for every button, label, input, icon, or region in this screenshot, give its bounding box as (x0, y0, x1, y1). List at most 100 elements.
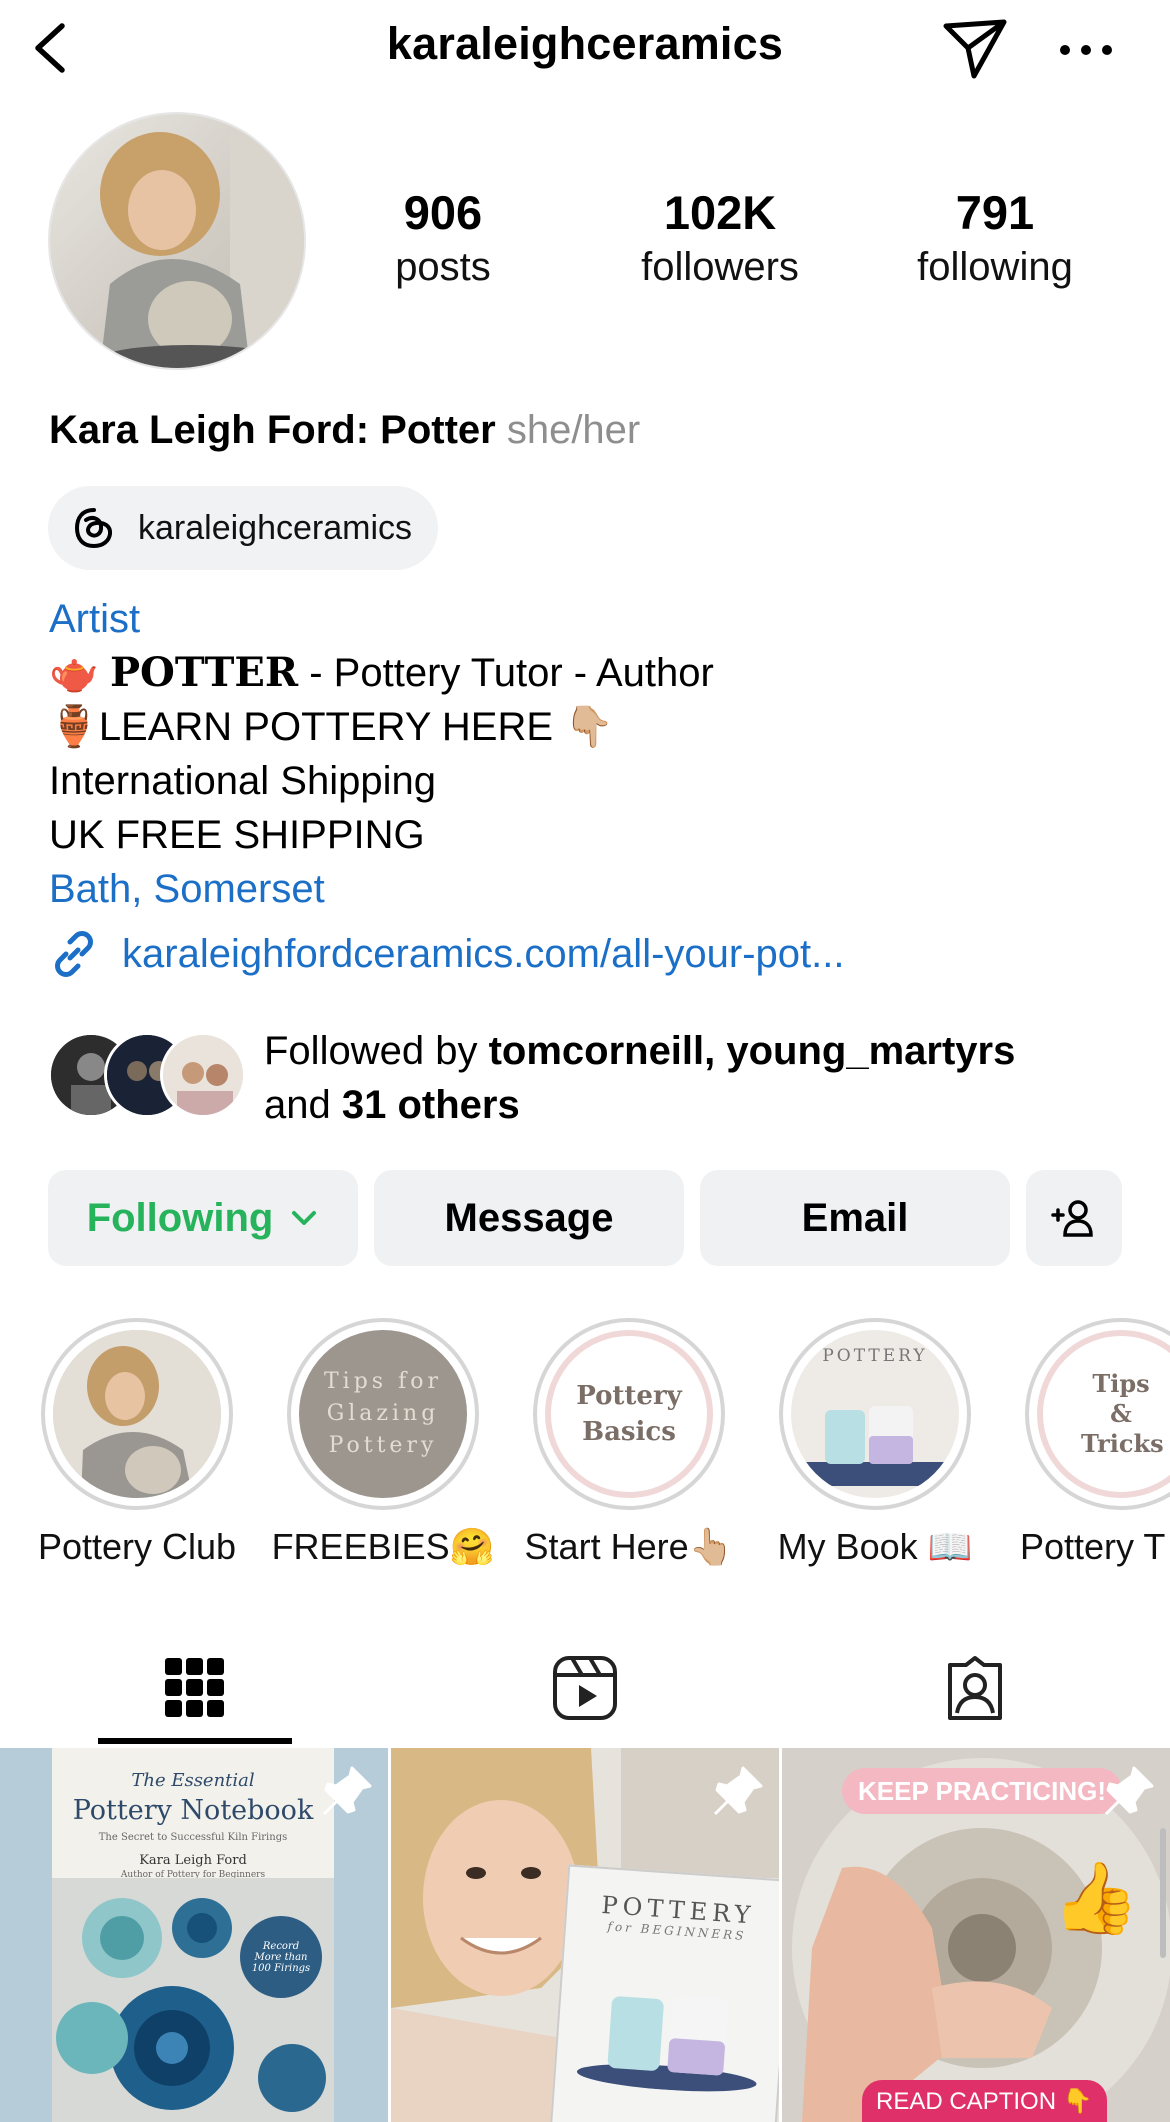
following-count: 791 (955, 186, 1035, 239)
profile-tabs (0, 1630, 1170, 1746)
following-button[interactable]: Following (48, 1170, 358, 1266)
profile-actions: Following Message Email (48, 1170, 1122, 1266)
mutual-avatars (48, 1032, 248, 1120)
followers-count: 102K (663, 186, 777, 239)
followed-by-row[interactable]: Followed by tomcorneill, young_martyrs a… (48, 1024, 1148, 1127)
highlight-cover-text: Pottery Basics (576, 1381, 682, 1447)
bio-line: 🏺LEARN POTTERY HERE 👇🏼 (49, 700, 1129, 754)
followed-by-prefix: Followed by (264, 1029, 489, 1073)
tagged-icon (948, 1656, 1002, 1720)
following-button-label: Following (86, 1195, 274, 1240)
highlight-ring: Tips for Glazing Pottery (287, 1318, 479, 1510)
more-options-button[interactable] (1055, 20, 1117, 80)
following-label: following (917, 245, 1073, 289)
book-badge: Record More than 100 Firings (240, 1916, 322, 1998)
highlight-freebies[interactable]: Tips for Glazing Pottery FREEBIES🤗 (260, 1318, 506, 1568)
message-button[interactable]: Message (374, 1170, 684, 1266)
pronouns: she/her (506, 408, 641, 452)
highlight-cover-text: POTTERY (822, 1346, 928, 1366)
book-cover: The Essential Pottery Notebook The Secre… (52, 1748, 334, 2122)
location-link[interactable]: Bath, Somerset (49, 862, 1129, 916)
grid-icon (165, 1658, 224, 1717)
post-tile[interactable]: The Essential Pottery Notebook The Secre… (0, 1748, 388, 2122)
bio-line: 🫖 𝐏𝐎𝐓𝐓𝐄𝐑 - Pottery Tutor - Author (49, 646, 1129, 700)
profile-bio: Artist 🫖 𝐏𝐎𝐓𝐓𝐄𝐑 - Pottery Tutor - Author… (49, 592, 1129, 916)
post-tile[interactable]: POTTERY for BEGINNERS (391, 1748, 779, 2122)
highlight-ring: Tips & Tricks (1025, 1318, 1170, 1510)
highlight-pottery-tips[interactable]: Tips & Tricks Pottery T (998, 1318, 1170, 1568)
highlight-start-here[interactable]: Pottery Basics Start Here👆🏼 (506, 1318, 752, 1568)
highlight-label: Pottery T (1020, 1526, 1166, 1567)
book-subtitle: The Secret to Successful Kiln Firings (98, 1832, 288, 1843)
followed-by-text: Followed by tomcorneill, young_martyrs a… (264, 1024, 1015, 1132)
highlight-cover (53, 1330, 221, 1498)
post-banner: KEEP PRACTICING! (842, 1768, 1122, 1814)
followers-label: followers (641, 245, 799, 289)
posts-label: posts (395, 245, 491, 289)
teapot-emoji: 🫖 (49, 651, 99, 695)
display-name: Kara Leigh Ford: Potter (49, 408, 496, 452)
highlight-label: FREEBIES🤗 (271, 1526, 495, 1567)
posts-stat[interactable]: 906 posts (323, 185, 563, 293)
highlight-cover: Pottery Basics (545, 1330, 713, 1498)
followed-by-others: 31 others (341, 1083, 520, 1127)
chevron-down-icon (292, 1211, 317, 1225)
threads-badge[interactable]: karaleighceramics (48, 486, 438, 570)
highlight-my-book[interactable]: POTTERY My Book 📖 (752, 1318, 998, 1568)
more-icon (1060, 45, 1112, 55)
post-tile[interactable]: KEEP PRACTICING! READ CAPTION 👇 👍 (782, 1748, 1170, 2122)
posts-count: 906 (403, 186, 483, 239)
bio-line: UK FREE SHIPPING (49, 813, 425, 857)
followers-stat[interactable]: 102K followers (600, 185, 840, 293)
pin-icon (1104, 1766, 1154, 1816)
top-bar: karaleighceramics (0, 0, 1170, 100)
mutual-avatar (160, 1032, 246, 1118)
tab-reels[interactable] (390, 1630, 780, 1746)
posts-grid: The Essential Pottery Notebook The Secre… (0, 1748, 1170, 2122)
suggested-accounts-button[interactable] (1026, 1170, 1122, 1266)
add-person-icon (1051, 1200, 1093, 1237)
bio-line: International Shipping (49, 759, 436, 803)
thumbs-up-emoji: 👍 (1052, 1859, 1140, 1937)
tab-posts-grid[interactable] (0, 1630, 390, 1746)
pin-icon (322, 1766, 372, 1816)
highlight-cover: Tips for Glazing Pottery (299, 1330, 467, 1498)
scrollbar[interactable] (1160, 1828, 1166, 1958)
book-in-hand: POTTERY for BEGINNERS (550, 1864, 779, 2122)
bio-text: LEARN POTTERY HERE 👇🏼 (98, 705, 614, 749)
email-button[interactable]: Email (700, 1170, 1010, 1266)
highlight-ring: Pottery Basics (533, 1318, 725, 1510)
highlight-ring: POTTERY (779, 1318, 971, 1510)
tab-tagged[interactable] (780, 1630, 1170, 1746)
read-caption-tag: READ CAPTION 👇 (862, 2080, 1107, 2122)
highlight-label: My Book 📖 (777, 1526, 973, 1567)
send-button[interactable] (940, 14, 1010, 84)
active-tab-indicator (98, 1738, 292, 1744)
highlight-cover: POTTERY (791, 1330, 959, 1498)
profile-name-line: Kara Leigh Ford: Potter she/her (49, 408, 640, 453)
highlight-ring (41, 1318, 233, 1510)
highlight-label: Start Here👆🏼 (524, 1526, 734, 1567)
category-label: Artist (49, 597, 141, 641)
link-url: karaleighfordceramics.com/all-your-pot..… (122, 931, 845, 976)
followed-by-and: and (264, 1083, 342, 1127)
vase-emoji: 🏺 (49, 705, 99, 749)
highlight-cover: Tips & Tricks (1037, 1330, 1170, 1498)
highlight-label: Pottery Club (37, 1526, 237, 1567)
link-icon (55, 931, 93, 977)
book-author: Kara Leigh Ford (139, 1853, 247, 1868)
following-stat[interactable]: 791 following (875, 185, 1115, 293)
threads-icon (74, 508, 113, 549)
highlight-cover-text: Tips for Glazing Pottery (324, 1369, 442, 1458)
pin-icon (713, 1766, 763, 1816)
book-title-main: Pottery Notebook (72, 1795, 314, 1826)
highlight-pottery-club[interactable]: Pottery Club (14, 1318, 260, 1568)
reels-icon (553, 1656, 617, 1720)
profile-avatar[interactable] (48, 112, 306, 370)
story-highlights: Pottery Club Tips for Glazing Pottery FR… (0, 1318, 1170, 1578)
external-link[interactable]: karaleighfordceramics.com/all-your-pot..… (48, 928, 844, 980)
bio-text: - Pottery Tutor - Author (298, 651, 714, 695)
book-title-top: The Essential (131, 1770, 255, 1791)
send-icon (943, 19, 1007, 79)
highlight-cover-text: Tips & Tricks (1081, 1369, 1164, 1458)
